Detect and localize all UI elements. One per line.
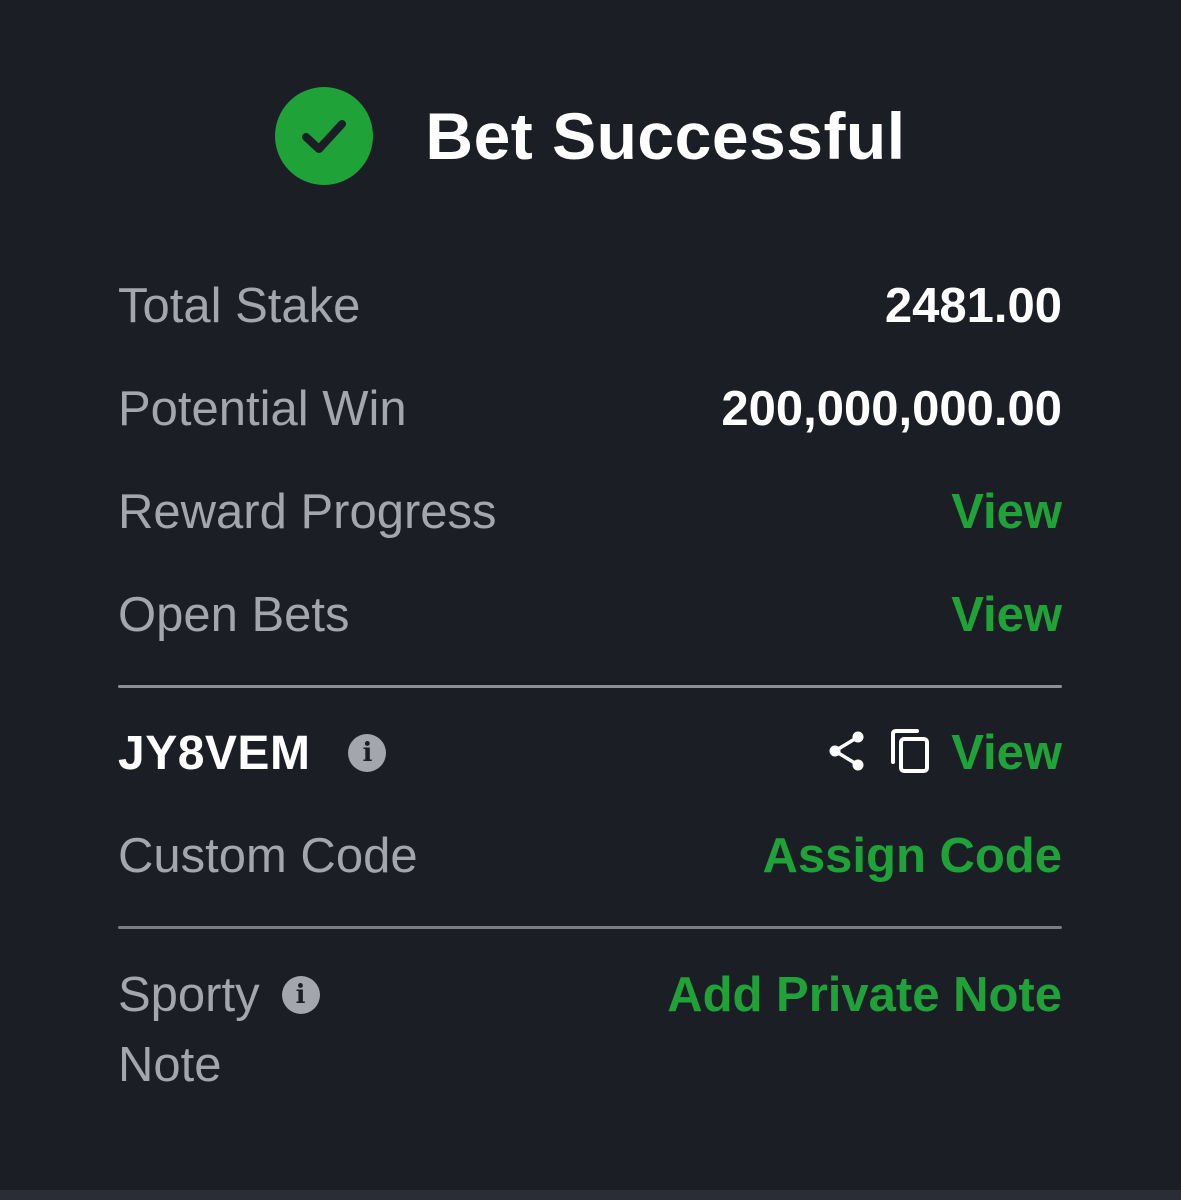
header: Bet Successful — [0, 86, 1181, 186]
page-title: Bet Successful — [425, 99, 906, 173]
info-icon[interactable]: i — [281, 976, 320, 1014]
divider — [118, 685, 1062, 688]
booking-view-link[interactable]: View — [951, 725, 1062, 781]
custom-code-row: Custom Code Assign Code — [118, 826, 1062, 886]
copy-icon[interactable] — [889, 728, 931, 779]
booking-code: JY8VEM — [118, 726, 311, 780]
assign-code-link[interactable]: Assign Code — [763, 828, 1062, 884]
sporty-note-label-text2: Note — [118, 1038, 222, 1092]
total-stake-row: Total Stake 2481.00 — [118, 276, 1062, 336]
bet-success-panel: Bet Successful Total Stake 2481.00 Poten… — [0, 0, 1181, 1200]
sporty-note-label-text1: Sporty — [118, 968, 260, 1022]
divider — [118, 926, 1062, 929]
booking-code-row: JY8VEM i View — [118, 723, 1062, 783]
reward-progress-view-link[interactable]: View — [951, 484, 1062, 540]
sporty-note-label-line1: Sporty i — [118, 960, 378, 1030]
sporty-note-row: Sporty i Note Add Private Note — [118, 960, 1062, 1100]
booking-actions: View — [827, 725, 1062, 781]
sporty-note-label-line2: Note — [118, 1030, 378, 1100]
potential-win-label: Potential Win — [118, 382, 407, 436]
potential-win-row: Potential Win 200,000,000.00 — [118, 379, 1062, 439]
check-circle-icon — [275, 87, 374, 185]
total-stake-value: 2481.00 — [884, 279, 1062, 333]
open-bets-label: Open Bets — [118, 588, 350, 642]
potential-win-value: 200,000,000.00 — [721, 382, 1062, 436]
booking-code-group: JY8VEM i — [118, 726, 387, 781]
add-private-note-link[interactable]: Add Private Note — [667, 967, 1062, 1023]
reward-progress-row: Reward Progress View — [118, 482, 1062, 542]
open-bets-row: Open Bets View — [118, 585, 1062, 645]
share-icon[interactable] — [827, 730, 867, 777]
bottom-edge — [0, 1190, 1181, 1200]
sporty-note-label: Sporty i Note — [118, 960, 378, 1100]
open-bets-view-link[interactable]: View — [951, 587, 1062, 643]
reward-progress-label: Reward Progress — [118, 485, 497, 539]
info-icon[interactable]: i — [348, 734, 387, 772]
total-stake-label: Total Stake — [118, 279, 361, 333]
custom-code-label: Custom Code — [118, 829, 418, 883]
add-private-note-wrap: Add Private Note — [667, 965, 1062, 1025]
